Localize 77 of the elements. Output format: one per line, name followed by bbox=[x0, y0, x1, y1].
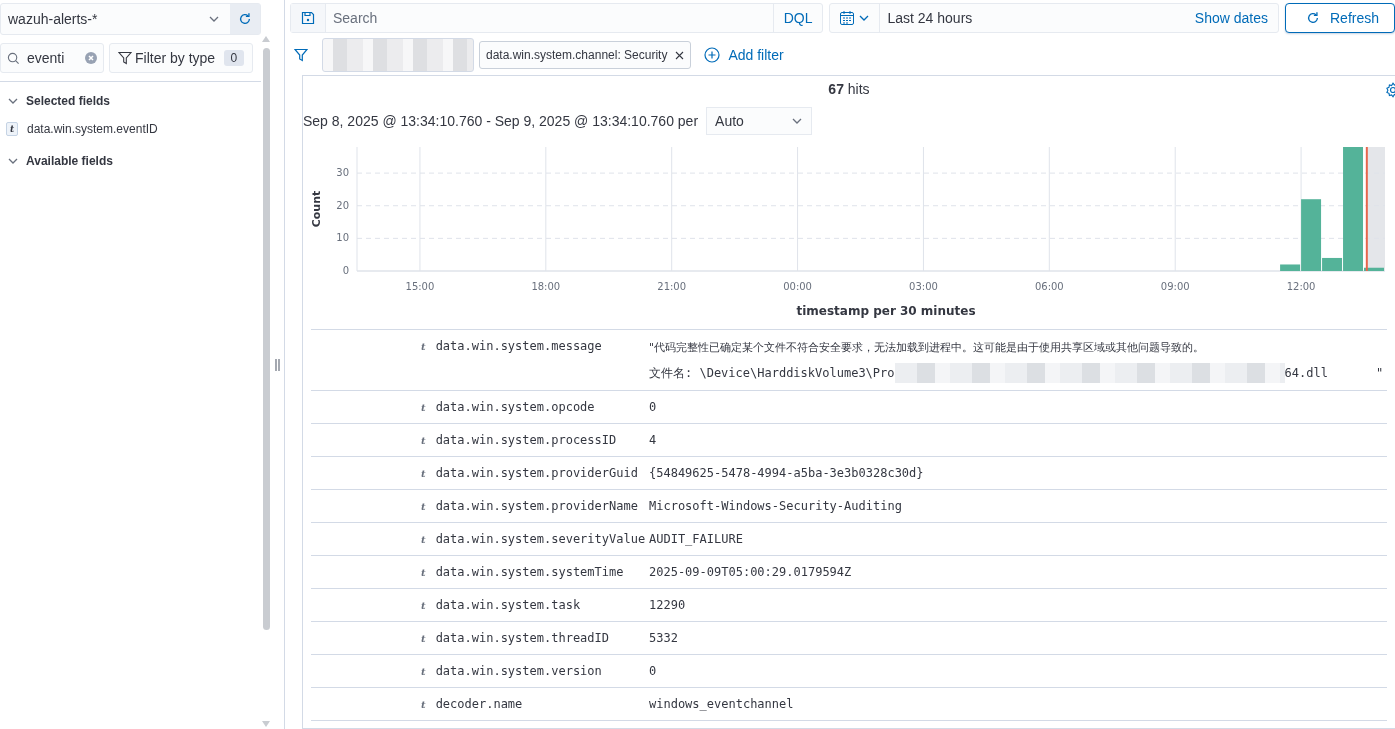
type-icon: t bbox=[421, 698, 426, 710]
value-text: "代码完整性已确定某个文件不符合安全要求，无法加载到进程中。这可能是由于使用共享区域或其他问题导致的。 bbox=[649, 339, 1205, 355]
field-name: data.win.system.providerName bbox=[435, 499, 638, 513]
clear-icon[interactable] bbox=[85, 52, 97, 64]
search-icon bbox=[7, 51, 20, 65]
x-axis-title: timestamp per 30 minutes bbox=[796, 304, 976, 318]
type-icon: t bbox=[6, 122, 18, 136]
field-value: 2025-09-09T05:00:29.0179594Z bbox=[649, 565, 852, 579]
time-range-label: Sep 8, 2025 @ 13:34:10.760 - Sep 9, 2025 @ 13:34:10.760 per bbox=[303, 113, 699, 129]
x-tick-label: 15:00 bbox=[405, 281, 435, 292]
field-value: 4 bbox=[649, 433, 657, 447]
field-search[interactable]: eventi bbox=[0, 43, 104, 73]
field-name: decoder.name bbox=[435, 697, 523, 711]
resize-handle-icon[interactable] bbox=[274, 358, 280, 371]
x-tick-label: 00:00 bbox=[783, 281, 812, 292]
value-text: 文件名: \Device\HarddiskVolume3\Pro bbox=[649, 364, 895, 382]
type-icon: t bbox=[421, 566, 426, 578]
filter-by-type-button[interactable]: Filter by type 0 bbox=[109, 43, 254, 73]
type-icon: t bbox=[421, 340, 426, 352]
type-icon: t bbox=[421, 434, 426, 446]
x-tick-label: 12:00 bbox=[1286, 281, 1316, 292]
x-tick-label: 09:00 bbox=[1160, 281, 1190, 292]
time-range[interactable]: Last 24 hours bbox=[880, 10, 1195, 26]
filter-icon bbox=[118, 51, 132, 65]
plus-circle-icon bbox=[704, 47, 721, 63]
field-name[interactable]: data.win.system.eventID bbox=[27, 122, 158, 136]
field-name: data.win.system.message bbox=[435, 339, 602, 353]
y-tick-label: 0 bbox=[342, 265, 349, 276]
x-tick-label: 18:00 bbox=[531, 281, 561, 292]
x-tick-label: 06:00 bbox=[1034, 281, 1064, 292]
field-name: data.win.system.systemTime bbox=[435, 565, 624, 579]
type-icon: t bbox=[421, 665, 426, 677]
hits-count: 67 hits bbox=[828, 80, 870, 97]
x-tick-label: 21:00 bbox=[657, 281, 687, 292]
y-tick-label: 30 bbox=[336, 167, 349, 179]
field-value: Microsoft-Windows-Security-Auditing bbox=[649, 499, 902, 513]
query-language-button[interactable]: DQL bbox=[772, 4, 823, 32]
type-icon: t bbox=[421, 599, 426, 611]
search-field[interactable]: Search DQL bbox=[290, 3, 824, 33]
section-title[interactable]: Available fields bbox=[26, 154, 113, 168]
x-tick-label: 03:00 bbox=[909, 281, 938, 292]
close-icon[interactable] bbox=[675, 50, 685, 60]
add-filter-link[interactable]: Add filter bbox=[704, 47, 784, 63]
y-tick-label: 20 bbox=[336, 199, 349, 211]
filter-pill[interactable]: data.win.system.channel: Security bbox=[479, 41, 692, 69]
type-icon: t bbox=[421, 467, 426, 479]
section-title[interactable]: Selected fields bbox=[26, 94, 111, 108]
field-value: 0 bbox=[649, 400, 657, 414]
field-name: data.win.system.severityValue bbox=[435, 532, 646, 546]
field-name: data.win.system.processID bbox=[435, 433, 617, 447]
type-icon: t bbox=[421, 500, 426, 512]
field-name: data.win.system.version bbox=[435, 664, 602, 678]
refresh-button[interactable]: Refresh bbox=[1285, 3, 1395, 33]
value-text: 64.dll bbox=[1284, 366, 1328, 380]
y-axis-title: Count bbox=[310, 190, 323, 228]
field-name: data.win.system.providerGuid bbox=[435, 466, 638, 480]
type-icon: t bbox=[421, 401, 426, 413]
field-value: 5332 bbox=[649, 631, 678, 645]
type-icon: t bbox=[421, 632, 426, 644]
interval-select[interactable]: Auto bbox=[706, 107, 813, 135]
type-icon: t bbox=[421, 533, 426, 545]
field-name: data.win.system.threadID bbox=[435, 631, 609, 645]
show-dates-link[interactable]: Show dates bbox=[1194, 10, 1278, 26]
field-value: AUDIT_FAILURE bbox=[649, 532, 743, 546]
field-name: data.win.system.task bbox=[435, 598, 581, 612]
y-tick-label: 10 bbox=[336, 232, 349, 244]
field-name: data.win.system.opcode bbox=[435, 400, 595, 414]
calendar-icon bbox=[839, 10, 856, 26]
filter-icon[interactable] bbox=[294, 48, 308, 62]
refresh-icon bbox=[1306, 11, 1320, 25]
field-value: 12290 bbox=[649, 598, 686, 612]
field-value: windows_eventchannel bbox=[649, 697, 794, 711]
save-icon[interactable] bbox=[301, 11, 315, 25]
field-value: {54849625-5478-4994-a5ba-3e3b0328c30d} bbox=[649, 466, 924, 480]
quote-mark: " bbox=[1375, 366, 1384, 380]
count-badge: 0 bbox=[223, 50, 245, 66]
field-value: 0 bbox=[649, 664, 657, 678]
